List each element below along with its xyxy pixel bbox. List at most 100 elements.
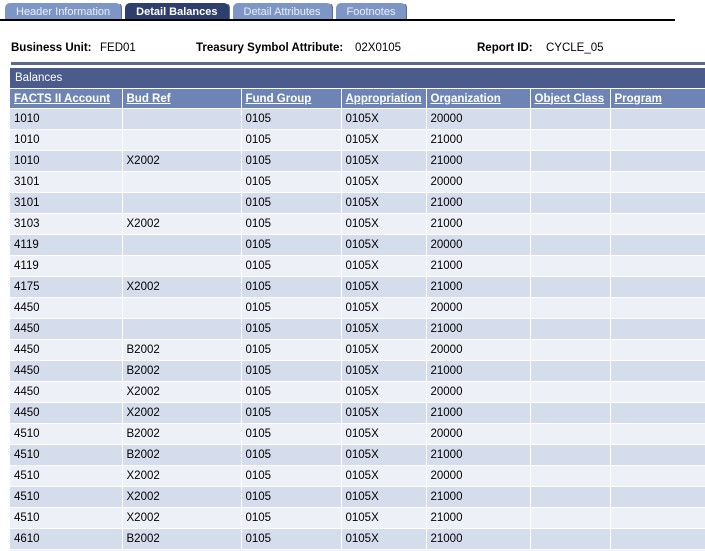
table-cell: X2002 [122,276,242,298]
table-cell: 0105X [341,402,427,424]
table-row[interactable]: 4510 B2002 0105 0105X 20000 [10,423,705,445]
table-row[interactable]: 4175 X2002 0105 0105X 21000 [10,276,705,298]
table-cell: 0105X [341,339,427,361]
table-row[interactable]: 4510 X2002 0105 0105X 20000 [10,465,705,487]
table-cell [610,108,705,130]
table-row[interactable]: 1010 0105 0105X 20000 [10,108,705,130]
table-cell [610,444,705,466]
table-cell: 0105X [341,318,427,340]
table-cell [530,402,611,424]
table-row[interactable]: 1010 0105 0105X 21000 [10,129,705,151]
table-cell: 20000 [426,381,531,403]
table-cell [610,507,705,529]
table-row[interactable]: 3101 0105 0105X 20000 [10,171,705,193]
table-cell: B2002 [122,528,242,550]
table-cell: 21000 [426,486,531,508]
table-row[interactable]: 4450 B2002 0105 0105X 20000 [10,339,705,361]
table-row[interactable]: 4610 B2002 0105 0105X 21000 [10,528,705,550]
table-cell [530,255,611,277]
tab-strip: Header Information Detail Balances Detail … [0,0,705,20]
treasury-symbol-attribute-label: Treasury Symbol Attribute: [196,42,344,54]
table-row[interactable]: 4450 0105 0105X 20000 [10,297,705,319]
balances-table: FACTS II Account Bud Ref Fund Group Appropr… [10,89,705,551]
table-cell: 3101 [10,171,123,193]
table-cell: 0105 [241,318,342,340]
table-row[interactable]: 4510 B2002 0105 0105X 21000 [10,444,705,466]
table-cell [610,528,705,550]
table-cell: 21000 [426,318,531,340]
tab-detail-attributes[interactable]: Detail Attributes [231,2,333,20]
table-cell [122,234,242,256]
table-cell [530,507,611,529]
table-cell: 20000 [426,234,531,256]
table-cell: 0105 [241,507,342,529]
table-cell: 0105 [241,276,342,298]
header-divider [11,62,705,65]
tab-header-information[interactable]: Header Information [4,2,123,20]
table-cell: X2002 [122,402,242,424]
table-cell: 4450 [10,318,123,340]
column-header-program[interactable]: Program [610,89,705,109]
table-cell: 0105X [341,213,427,235]
grid-title: Balances [10,68,705,89]
table-cell: X2002 [122,381,242,403]
table-row[interactable]: 4450 X2002 0105 0105X 20000 [10,381,705,403]
column-header-appropriation[interactable]: Appropriation [341,89,427,109]
column-header-bud-ref[interactable]: Bud Ref [122,89,242,109]
table-row[interactable]: 4510 X2002 0105 0105X 21000 [10,507,705,529]
table-cell [610,318,705,340]
table-cell [610,150,705,172]
table-cell [530,297,611,319]
table-row[interactable]: 4119 0105 0105X 21000 [10,255,705,277]
table-cell [530,171,611,193]
table-row[interactable]: 4450 X2002 0105 0105X 21000 [10,402,705,424]
column-header-fund-group[interactable]: Fund Group [241,89,342,109]
table-cell: 21000 [426,255,531,277]
column-header-link[interactable]: Object Class [535,93,605,105]
table-row[interactable]: 4510 X2002 0105 0105X 21000 [10,486,705,508]
tab-footnotes[interactable]: Footnotes [334,2,408,20]
table-cell: X2002 [122,150,242,172]
column-header-organization[interactable]: Organization [426,89,531,109]
table-cell [610,360,705,382]
table-cell: 0105 [241,213,342,235]
tab-detail-balances[interactable]: Detail Balances [124,2,230,20]
table-cell: 0105 [241,129,342,151]
balances-grid: Balances FACTS II Account Bud Ref Fund Gro… [10,68,705,551]
table-cell [530,381,611,403]
table-cell: 21000 [426,528,531,550]
table-cell [530,339,611,361]
column-header-link[interactable]: Program [615,93,662,105]
column-header-link[interactable]: Appropriation [346,93,422,105]
table-row[interactable]: 4119 0105 0105X 20000 [10,234,705,256]
table-row[interactable]: 3101 0105 0105X 21000 [10,192,705,214]
column-header-object-class[interactable]: Object Class [530,89,611,109]
table-cell [530,318,611,340]
table-cell [530,213,611,235]
table-row[interactable]: 4450 B2002 0105 0105X 21000 [10,360,705,382]
table-row[interactable]: 4450 0105 0105X 21000 [10,318,705,340]
column-header-link[interactable]: FACTS II Account [14,93,110,105]
column-header-link[interactable]: Organization [431,93,501,105]
table-cell [122,171,242,193]
table-cell [610,297,705,319]
table-cell: X2002 [122,465,242,487]
table-cell: 4450 [10,297,123,319]
table-cell: 0105X [341,297,427,319]
table-cell: 0105 [241,150,342,172]
column-header-link[interactable]: Fund Group [246,93,312,105]
table-cell [530,129,611,151]
table-cell: X2002 [122,486,242,508]
table-cell: 0105X [341,444,427,466]
report-id-label: Report ID: [477,42,533,54]
table-cell [122,318,242,340]
table-cell: 0105 [241,108,342,130]
table-cell: 20000 [426,297,531,319]
table-row[interactable]: 1010 X2002 0105 0105X 21000 [10,150,705,172]
table-cell [530,108,611,130]
column-header-link[interactable]: Bud Ref [127,93,171,105]
table-cell: 0105X [341,360,427,382]
column-header-facts-ii-account[interactable]: FACTS II Account [10,89,123,109]
table-row[interactable]: 3103 X2002 0105 0105X 21000 [10,213,705,235]
table-cell: 0105 [241,192,342,214]
